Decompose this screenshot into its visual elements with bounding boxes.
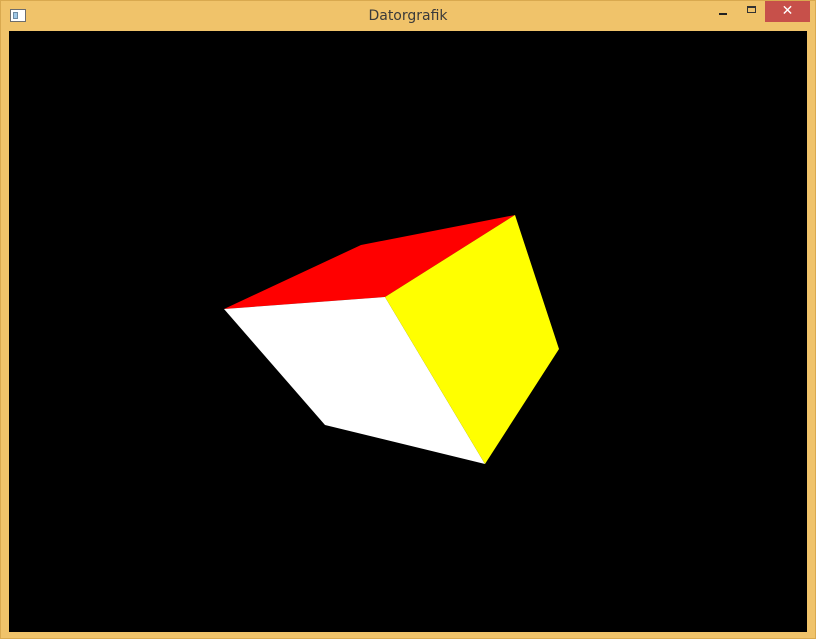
minimize-icon: [719, 12, 727, 15]
render-canvas[interactable]: [9, 31, 807, 632]
title-bar[interactable]: Datorgrafik ✕: [1, 1, 815, 31]
app-window: Datorgrafik ✕: [0, 0, 816, 639]
close-button[interactable]: ✕: [765, 1, 810, 22]
minimize-button[interactable]: [709, 1, 737, 22]
maximize-button[interactable]: [738, 1, 764, 22]
scene-svg: [224, 215, 559, 464]
maximize-icon: [746, 6, 756, 13]
window-title: Datorgrafik: [368, 8, 448, 24]
close-icon: ✕: [781, 3, 794, 19]
